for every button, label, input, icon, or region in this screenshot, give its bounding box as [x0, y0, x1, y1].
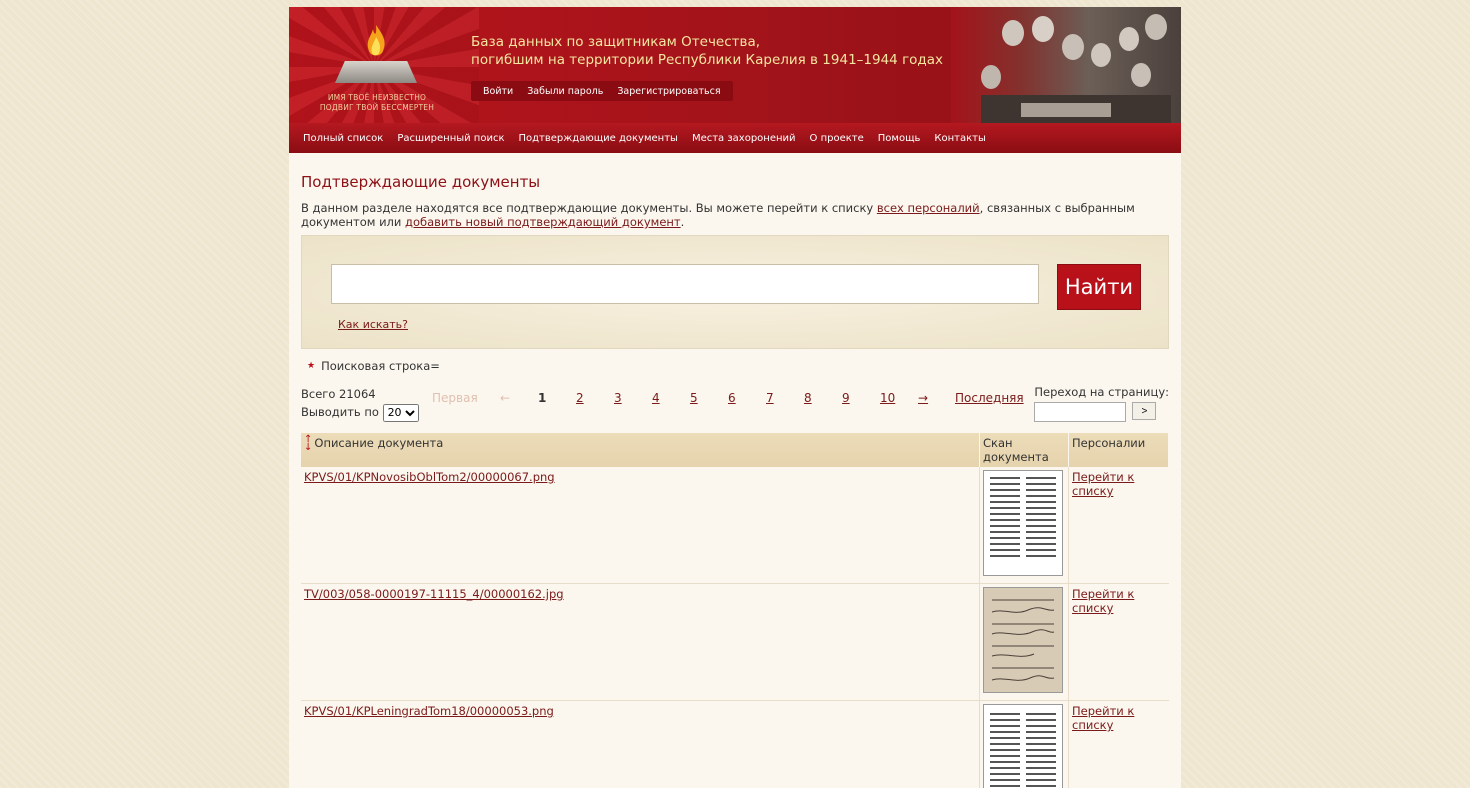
document-link[interactable]: TV/003/058-0000197-11115_4/00000162.jpg: [304, 587, 564, 601]
pagination-bar: Всего 21064 Выводить по 20 Первая ← 1 2 …: [301, 385, 1169, 425]
cell-description: TV/003/058-0000197-11115_4/00000162.jpg: [301, 583, 980, 701]
goto-page-label: Переход на страницу:: [1034, 385, 1169, 399]
how-to-search-link[interactable]: Как искать?: [338, 318, 408, 331]
document-scan-thumbnail[interactable]: [983, 587, 1063, 693]
cell-persons: Перейти к списку: [1068, 700, 1169, 788]
per-page-select[interactable]: 20: [382, 403, 419, 422]
all-persons-link[interactable]: всех персоналий: [877, 201, 980, 215]
next-page-link[interactable]: →: [918, 391, 955, 405]
table-row: KPVS/01/KPNovosibOblTom2/00000067.png Пе…: [301, 467, 1169, 584]
per-page-label: Выводить по: [301, 405, 379, 419]
document-scan-thumbnail[interactable]: [983, 704, 1063, 788]
intro-text: В данном разделе находятся все подтвержд…: [301, 201, 1169, 229]
documents-table: ↑ ↓ Описание документа Скан документа Перс…: [301, 433, 1169, 788]
page-container: ИМЯ ТВОЁ НЕИЗВЕСТНО ПОДВИГ ТВОЙ БЕССМЕРТ…: [289, 7, 1181, 788]
column-header-label: Описание документа: [314, 436, 444, 450]
page-title: Подтверждающие документы: [301, 173, 541, 191]
document-scan-thumbnail[interactable]: [983, 470, 1063, 576]
intro-text-part3: .: [680, 215, 685, 229]
login-link[interactable]: Войти: [483, 86, 513, 97]
page-link[interactable]: 7: [766, 391, 804, 405]
intro-text-part1: В данном разделе находятся все подтвержд…: [301, 201, 877, 215]
page-link[interactable]: 9: [842, 391, 880, 405]
goto-page-input[interactable]: [1034, 402, 1127, 422]
handwritten-form-image: [991, 599, 1055, 681]
site-title-line1: База данных по защитникам Отечества,: [471, 34, 761, 50]
nav-advanced-search[interactable]: Расширенный поиск: [397, 133, 504, 144]
query-label: Поисковая строка=: [321, 359, 440, 373]
cell-scan: [979, 700, 1069, 788]
cell-scan: [979, 583, 1069, 701]
site-logo[interactable]: ИМЯ ТВОЁ НЕИЗВЕСТНО ПОДВИГ ТВОЙ БЕССМЕРТ…: [317, 19, 437, 119]
table-row: KPVS/01/KPLeningradTom18/00000053.png Пе…: [301, 700, 1169, 788]
cell-scan: [979, 467, 1069, 584]
add-document-link[interactable]: добавить новый подтверждающий документ: [405, 215, 681, 229]
nav-contacts[interactable]: Контакты: [934, 133, 985, 144]
main-content: Подтверждающие документы В данном раздел…: [289, 173, 1181, 788]
goto-page: Переход на страницу: >: [1034, 385, 1169, 422]
site-header: ИМЯ ТВОЁ НЕИЗВЕСТНО ПОДВИГ ТВОЙ БЕССМЕРТ…: [289, 7, 1181, 123]
site-title: База данных по защитникам Отечества, пог…: [471, 33, 943, 69]
register-link[interactable]: Зарегистрироваться: [617, 86, 720, 97]
cell-persons: Перейти к списку: [1068, 467, 1169, 584]
search-input[interactable]: [331, 264, 1039, 304]
page-link[interactable]: 4: [652, 391, 690, 405]
eternal-flame-icon: [367, 25, 385, 56]
persons-list-link[interactable]: Перейти к списку: [1072, 704, 1134, 732]
per-page-control: Выводить по 20: [301, 403, 419, 422]
table-header-row: ↑ ↓ Описание документа Скан документа Перс…: [301, 433, 1169, 467]
nav-help[interactable]: Помощь: [878, 133, 921, 144]
search-panel: Найти Как искать?: [301, 235, 1169, 349]
nav-burial-places[interactable]: Места захоронений: [692, 133, 796, 144]
persons-list-link[interactable]: Перейти к списку: [1072, 587, 1134, 615]
sort-arrows-icon[interactable]: ↑ ↓: [304, 435, 312, 453]
page-links: Первая ← 1 2 3 4 5 6 7 8 9 10 → Последня…: [432, 391, 1024, 405]
persons-list-link[interactable]: Перейти к списку: [1072, 470, 1134, 498]
printed-page-image: [990, 477, 1056, 557]
column-header-persons: Персоналии: [1068, 433, 1169, 467]
page-link[interactable]: 8: [804, 391, 842, 405]
page-link[interactable]: 6: [728, 391, 766, 405]
table-row: TV/003/058-0000197-11115_4/00000162.jpg: [301, 583, 1169, 701]
auth-bar: Войти Забыли пароль Зарегистрироваться: [471, 81, 733, 101]
page-link[interactable]: 3: [614, 391, 652, 405]
page-link-current: 1: [538, 391, 547, 405]
soldiers-photo-image: [981, 14, 1171, 123]
logo-motto: ИМЯ ТВОЁ НЕИЗВЕСТНО ПОДВИГ ТВОЙ БЕССМЕРТ…: [317, 93, 437, 113]
search-button[interactable]: Найти: [1057, 264, 1141, 310]
goto-page-button[interactable]: >: [1132, 402, 1157, 420]
document-link[interactable]: KPVS/01/KPNovosibOblTom2/00000067.png: [304, 470, 555, 484]
page-link[interactable]: 5: [690, 391, 728, 405]
result-info: Всего 21064 Выводить по 20: [301, 385, 419, 422]
query-line: ★ Поисковая строка=: [307, 359, 1169, 373]
logo-text-line1: ИМЯ ТВОЁ НЕИЗВЕСТНО: [327, 93, 427, 102]
column-header-scan: Скан документа: [979, 433, 1069, 467]
logo-text-line2: ПОДВИГ ТВОЙ БЕССМЕРТЕН: [319, 103, 435, 112]
first-page-link[interactable]: Первая: [432, 391, 500, 405]
page-link[interactable]: 2: [576, 391, 614, 405]
last-page-link[interactable]: Последняя: [955, 391, 1024, 405]
nav-full-list[interactable]: Полный список: [303, 133, 383, 144]
total-count: Всего 21064: [301, 387, 376, 401]
prev-page-link[interactable]: ←: [500, 391, 538, 405]
memorial-star-icon: [335, 61, 417, 83]
page-link[interactable]: 10: [880, 391, 918, 405]
main-nav: Полный список Расширенный поиск Подтверж…: [289, 123, 1181, 153]
printed-page-image: [990, 713, 1056, 787]
cell-description: KPVS/01/KPLeningradTom18/00000053.png: [301, 700, 980, 788]
column-header-description[interactable]: ↑ ↓ Описание документа: [301, 433, 980, 467]
cell-persons: Перейти к списку: [1068, 583, 1169, 701]
star-bullet-icon: ★: [307, 361, 316, 371]
header-historical-photo: [951, 7, 1181, 123]
nav-supporting-documents[interactable]: Подтверждающие документы: [519, 133, 678, 144]
cell-description: KPVS/01/KPNovosibOblTom2/00000067.png: [301, 467, 980, 584]
document-link[interactable]: KPVS/01/KPLeningradTom18/00000053.png: [304, 704, 554, 718]
nav-about[interactable]: О проекте: [810, 133, 864, 144]
site-title-line2: погибшим на территории Республики Карели…: [471, 52, 944, 68]
forgot-password-link[interactable]: Забыли пароль: [527, 86, 603, 97]
